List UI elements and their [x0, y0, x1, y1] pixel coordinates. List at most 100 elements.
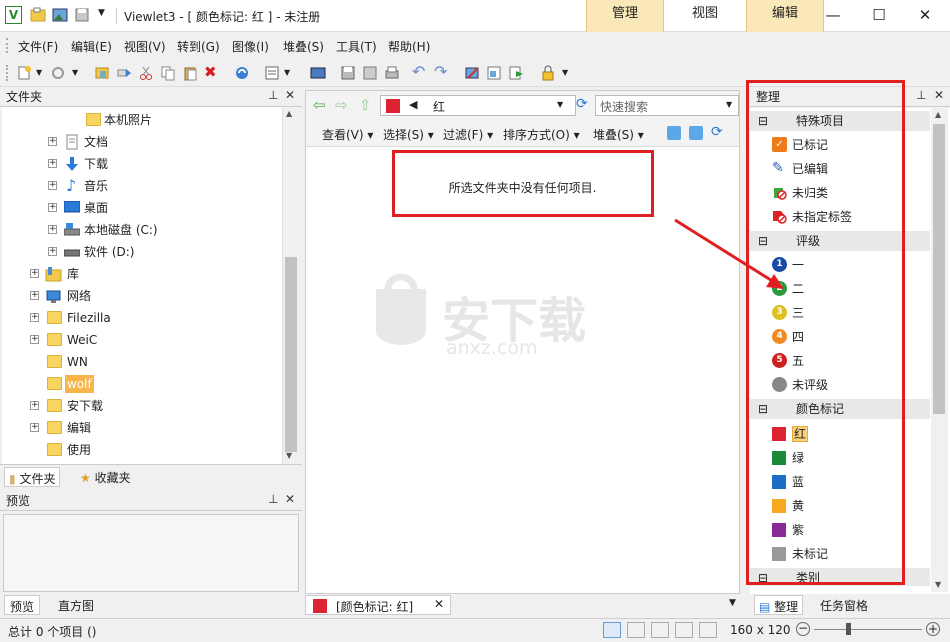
drive-d-icon: [64, 249, 80, 257]
tab-task-pane[interactable]: 任务窗格: [820, 597, 868, 614]
doc-tab[interactable]: [颜色标记: 红] ✕: [305, 595, 451, 615]
slideshow-icon[interactable]: [310, 65, 326, 81]
lock-icon[interactable]: [540, 65, 556, 81]
redo-icon[interactable]: ↷: [434, 62, 450, 81]
delete-icon[interactable]: ✖: [204, 63, 220, 81]
back-icon[interactable]: ⇦: [313, 96, 326, 114]
expand-icon[interactable]: +: [30, 269, 39, 278]
tab-histogram[interactable]: 直方图: [58, 597, 94, 614]
resize-icon[interactable]: [486, 65, 502, 81]
organize-scrollbar[interactable]: ▲ ▼: [931, 108, 948, 592]
view-mode-dropdown-icon[interactable]: ▼: [284, 68, 300, 84]
download-icon: [66, 157, 78, 171]
stack-menu[interactable]: 堆叠(S) ▾: [593, 126, 644, 143]
menu-tools[interactable]: 工具(T): [336, 38, 377, 55]
expand-icon[interactable]: +: [30, 291, 39, 300]
minimize-button[interactable]: —: [810, 0, 856, 32]
toolbar-overflow-icon[interactable]: ▼: [562, 68, 578, 84]
tab-preview[interactable]: 预览: [4, 595, 41, 615]
rotate-right-icon[interactable]: [689, 126, 703, 140]
view-mode-icon[interactable]: [264, 65, 280, 81]
new-icon[interactable]: [16, 65, 32, 81]
zoom-slider[interactable]: [814, 629, 922, 630]
menu-view[interactable]: 视图(V): [124, 38, 166, 55]
zoom-in-icon[interactable]: +: [926, 622, 940, 636]
print-icon[interactable]: [384, 65, 400, 81]
view-tiles-icon[interactable]: [627, 622, 645, 638]
filter-menu[interactable]: 过滤(F) ▾: [443, 126, 493, 143]
tab-view[interactable]: 视图: [666, 0, 744, 32]
close-pane-icon[interactable]: ✕: [285, 492, 295, 506]
menu-image[interactable]: 图像(I): [232, 38, 269, 55]
up-icon[interactable]: ⇧: [359, 96, 372, 114]
expand-icon[interactable]: +: [48, 247, 57, 256]
save-icon[interactable]: [74, 7, 90, 23]
tree-scrollbar[interactable]: ▲ ▼: [282, 107, 299, 464]
open-folder-icon[interactable]: [30, 7, 46, 23]
pin-icon[interactable]: ⊥: [268, 492, 278, 506]
sync-icon[interactable]: [234, 65, 250, 81]
expand-icon[interactable]: +: [48, 181, 57, 190]
zoom-out-icon[interactable]: −: [796, 622, 810, 636]
view-thumbnails-icon[interactable]: [603, 622, 621, 638]
forward-icon[interactable]: ⇨: [335, 96, 348, 114]
tab-manage[interactable]: 管理: [586, 0, 664, 32]
menu-file[interactable]: 文件(F): [18, 38, 58, 55]
scroll-thumb[interactable]: [933, 124, 945, 414]
menu-goto[interactable]: 转到(G): [177, 38, 220, 55]
move-to-icon[interactable]: [116, 65, 132, 81]
undo-icon[interactable]: ↶: [412, 62, 428, 81]
expand-icon[interactable]: +: [48, 203, 57, 212]
expand-icon[interactable]: +: [30, 423, 39, 432]
pin-icon[interactable]: ⊥: [268, 88, 278, 102]
image-icon[interactable]: [52, 7, 68, 23]
convert-icon[interactable]: [508, 65, 524, 81]
scroll-thumb[interactable]: [285, 257, 297, 452]
menu-edit[interactable]: 编辑(E): [71, 38, 112, 55]
search-dropdown-icon[interactable]: ▼: [726, 100, 732, 109]
view-menu[interactable]: 查看(V) ▾: [322, 126, 373, 143]
zoom-slider-thumb[interactable]: [846, 623, 851, 635]
view-list-icon[interactable]: [651, 622, 669, 638]
tab-organize[interactable]: ▤ 整理: [754, 595, 804, 615]
close-pane-icon[interactable]: ✕: [285, 88, 295, 102]
paste-icon[interactable]: [182, 65, 198, 81]
reload-icon[interactable]: ⟳: [711, 124, 723, 140]
expand-icon[interactable]: +: [48, 225, 57, 234]
sort-menu[interactable]: 排序方式(O) ▾: [503, 126, 580, 143]
document-tabs: [颜色标记: 红] ✕ ▼: [305, 594, 750, 616]
rotate-left-icon[interactable]: [667, 126, 681, 140]
menu-stack[interactable]: 堆叠(S): [283, 38, 324, 55]
close-pane-icon[interactable]: ✕: [934, 88, 944, 102]
tab-folders[interactable]: ▮ 文件夹: [4, 467, 61, 487]
copy-icon[interactable]: [160, 65, 176, 81]
refresh-dropdown-icon[interactable]: ▼: [72, 68, 88, 84]
expand-icon[interactable]: +: [48, 137, 57, 146]
pin-icon[interactable]: ⊥: [916, 88, 926, 102]
refresh-icon[interactable]: [50, 65, 66, 81]
close-button[interactable]: ✕: [902, 0, 948, 32]
edit-image-icon[interactable]: [464, 65, 480, 81]
expand-icon[interactable]: +: [30, 313, 39, 322]
address-bar[interactable]: ◀ 红 ▼: [380, 95, 576, 116]
expand-icon[interactable]: +: [30, 335, 39, 344]
quick-access-dropdown-icon[interactable]: ▼: [98, 8, 114, 24]
address-dropdown-icon[interactable]: ▼: [557, 100, 563, 109]
menu-help[interactable]: 帮助(H): [388, 38, 430, 55]
annotation-arrow: [674, 218, 784, 289]
select-menu[interactable]: 选择(S) ▾: [383, 126, 434, 143]
quick-search-input[interactable]: 快速搜索 ▼: [595, 95, 739, 116]
view-details-icon[interactable]: [675, 622, 693, 638]
save-image-icon[interactable]: [340, 65, 356, 81]
refresh-icon[interactable]: ⟳: [576, 96, 588, 112]
maximize-button[interactable]: ☐: [856, 0, 902, 32]
expand-icon[interactable]: +: [30, 401, 39, 410]
view-filmstrip-icon[interactable]: [699, 622, 717, 638]
batch-icon[interactable]: [362, 65, 378, 81]
tabs-dropdown-icon[interactable]: ▼: [729, 598, 736, 608]
expand-icon[interactable]: +: [48, 159, 57, 168]
close-tab-icon[interactable]: ✕: [434, 597, 444, 611]
tab-favorites[interactable]: ★ 收藏夹: [80, 469, 131, 486]
cut-icon[interactable]: [138, 65, 154, 81]
copy-to-icon[interactable]: [94, 65, 110, 81]
